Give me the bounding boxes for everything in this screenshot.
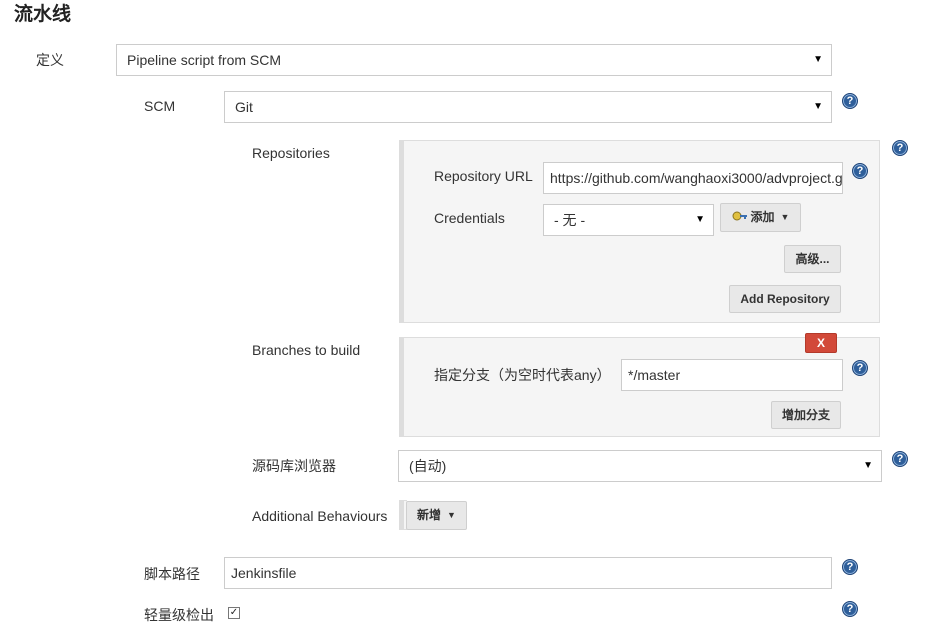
add-branch-button[interactable]: 增加分支	[771, 401, 841, 429]
help-icon[interactable]: ?	[842, 559, 858, 575]
credentials-select[interactable]: - 无 - ▼	[543, 204, 714, 236]
definition-select[interactable]: Pipeline script from SCM ▼	[116, 44, 832, 76]
branch-specifier-label: 指定分支（为空时代表any）	[434, 367, 611, 383]
lightweight-checkout-checkbox[interactable]: ✓	[228, 607, 240, 619]
branch-specifier-input[interactable]: */master	[621, 359, 843, 391]
branches-label: Branches to build	[252, 342, 361, 358]
lightweight-checkout-label: 轻量级检出	[144, 607, 214, 623]
repo-browser-select[interactable]: (自动) ▼	[398, 450, 882, 482]
page-title: 流水线	[14, 4, 72, 25]
add-behaviour-button[interactable]: 新增 ▼	[406, 501, 467, 530]
advanced-button[interactable]: 高级...	[784, 245, 841, 273]
chevron-down-icon: ▼	[780, 212, 790, 223]
help-icon[interactable]: ?	[892, 451, 908, 467]
add-credentials-button[interactable]: 添加 ▼	[720, 203, 801, 232]
add-credentials-label: 添加	[750, 210, 775, 224]
script-path-label: 脚本路径	[144, 566, 200, 582]
definition-value: Pipeline script from SCM	[127, 52, 282, 68]
chevron-down-icon: ▼	[447, 510, 456, 521]
help-icon[interactable]: ?	[842, 601, 858, 617]
dropdown-arrow-icon: ▼	[813, 54, 823, 65]
repo-browser-label: 源码库浏览器	[252, 458, 336, 474]
scm-value: Git	[235, 99, 253, 115]
script-path-input[interactable]: Jenkinsfile	[224, 557, 832, 589]
help-icon[interactable]: ?	[852, 360, 868, 376]
additional-behaviours-label: Additional Behaviours	[252, 508, 388, 524]
repositories-label: Repositories	[252, 145, 330, 161]
help-icon[interactable]: ?	[842, 93, 858, 109]
add-repository-button[interactable]: Add Repository	[729, 285, 841, 313]
repository-url-input[interactable]: https://github.com/wanghaoxi3000/advproj…	[543, 162, 843, 194]
remove-branch-button[interactable]: X	[805, 333, 837, 353]
credentials-value: - 无 -	[554, 212, 586, 228]
repository-url-label: Repository URL	[434, 168, 533, 184]
help-icon[interactable]: ?	[892, 140, 908, 156]
definition-label: 定义	[36, 52, 64, 68]
scm-label: SCM	[144, 98, 176, 114]
dropdown-arrow-icon: ▼	[813, 101, 823, 112]
dropdown-arrow-icon: ▼	[863, 460, 873, 471]
credentials-label: Credentials	[434, 210, 505, 226]
add-behaviour-label: 新增	[417, 508, 442, 522]
dropdown-arrow-icon: ▼	[695, 214, 705, 225]
help-icon[interactable]: ?	[852, 163, 868, 179]
key-icon	[732, 204, 748, 231]
repo-browser-value: (自动)	[409, 458, 447, 474]
scm-select[interactable]: Git ▼	[224, 91, 832, 123]
